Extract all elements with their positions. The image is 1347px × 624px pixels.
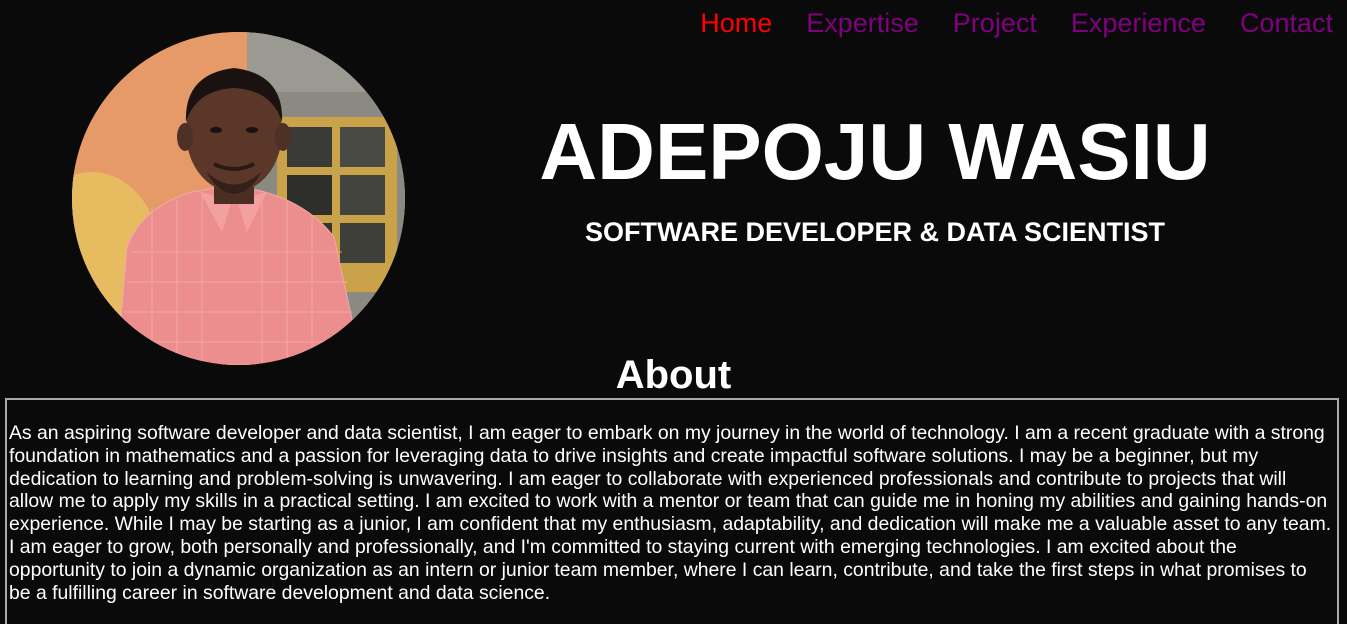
nav-link-project[interactable]: Project bbox=[953, 7, 1037, 39]
top-nav: Home Expertise Project Experience Contac… bbox=[700, 7, 1333, 39]
page-title: ADEPOJU WASIU bbox=[539, 107, 1211, 196]
nav-link-contact[interactable]: Contact bbox=[1240, 7, 1333, 39]
about-text: As an aspiring software developer and da… bbox=[9, 422, 1332, 604]
portfolio-page: Home Expertise Project Experience Contac… bbox=[0, 0, 1347, 624]
page-subtitle: SOFTWARE DEVELOPER & DATA SCIENTIST bbox=[584, 217, 1166, 247]
nav-link-experience[interactable]: Experience bbox=[1071, 7, 1206, 39]
profile-photo bbox=[72, 32, 405, 365]
nav-link-home[interactable]: Home bbox=[700, 7, 772, 39]
about-heading: About bbox=[615, 353, 732, 397]
nav-link-expertise[interactable]: Expertise bbox=[806, 7, 919, 39]
about-box: As an aspiring software developer and da… bbox=[5, 398, 1339, 624]
